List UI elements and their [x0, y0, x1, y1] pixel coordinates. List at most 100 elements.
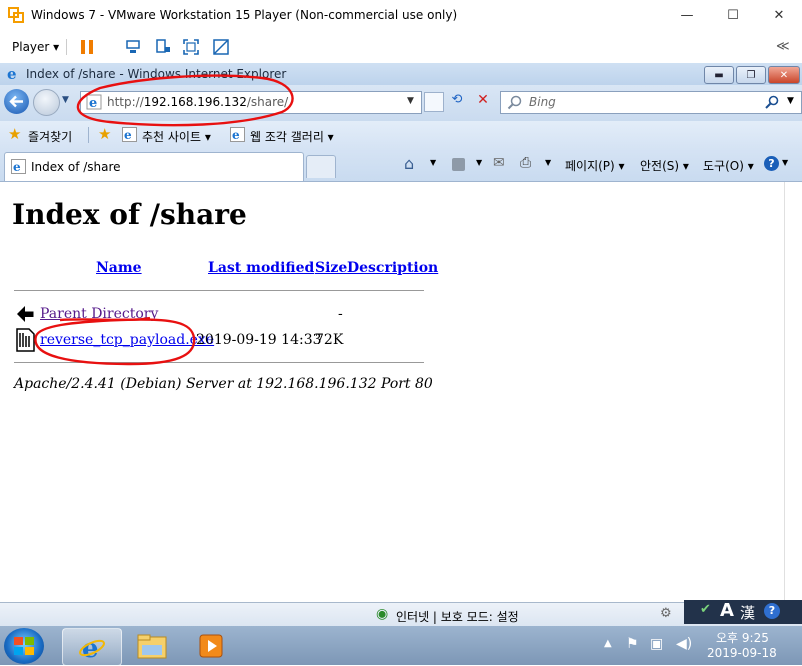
tab-index-of-share[interactable]: e Index of /share [4, 152, 304, 181]
add-favorite-icon[interactable]: ★ [98, 125, 111, 143]
zoom-icon[interactable]: ⚙ [660, 606, 672, 621]
maximize-button[interactable]: ☐ [710, 0, 756, 31]
payload-file-link[interactable]: reverse_tcp_payload.exe [40, 332, 214, 348]
language-bar: ✔ A 漢 ? [684, 600, 802, 624]
name-column-header[interactable]: Name [96, 260, 142, 276]
internet-explorer-icon: e [79, 634, 105, 661]
volume-icon[interactable]: ◀) [676, 636, 692, 652]
help-dropdown-icon[interactable]: ▼ [782, 158, 788, 167]
table-bottom-rule [14, 362, 424, 363]
print-icon[interactable]: ⎙ [520, 155, 531, 171]
safety-menu[interactable]: 안전(S) ▾ [640, 157, 689, 174]
action-center-flag-icon[interactable]: ⚑ [626, 636, 639, 652]
vmware-logo-icon [8, 7, 24, 23]
suggested-sites-link[interactable]: 추천 사이트 ▾ [142, 128, 211, 145]
unity-mode-icon[interactable] [212, 38, 230, 56]
minimize-button[interactable]: — [664, 0, 710, 31]
web-slice-gallery-link[interactable]: 웹 조각 갤러리 ▾ [250, 128, 334, 145]
ime-hanja-mode[interactable]: 漢 [740, 602, 755, 623]
read-mail-icon[interactable]: ✉ [493, 155, 505, 171]
payload-file-size: 72K [315, 332, 344, 348]
taskbar-date[interactable]: 2019-09-18 [707, 646, 777, 660]
url-path: /share/ [246, 95, 289, 109]
table-top-rule [14, 290, 424, 291]
taskbar-media-player[interactable] [184, 628, 242, 664]
svg-text:e: e [13, 160, 21, 174]
url-scheme: http:// [107, 95, 144, 109]
size-column-header[interactable]: Size [315, 260, 347, 276]
table-row [15, 328, 37, 352]
close-button[interactable]: ✕ [756, 0, 802, 31]
suggested-sites-icon: e [122, 127, 137, 142]
send-ctrl-alt-del-icon[interactable] [124, 38, 142, 56]
print-dropdown-icon[interactable]: ▼ [545, 158, 551, 167]
ime-help-icon[interactable]: ? [764, 603, 780, 619]
binary-file-icon [16, 328, 35, 352]
player-menu-button[interactable]: Player ▾ [12, 40, 59, 54]
start-button[interactable] [4, 628, 44, 664]
compatibility-view-icon[interactable] [424, 92, 444, 112]
favorites-button[interactable]: 즐겨찾기 [28, 128, 72, 145]
security-zone-text[interactable]: 인터넷 | 보호 모드: 설정 [396, 608, 519, 625]
show-hidden-icons-icon[interactable]: ▲ [604, 638, 612, 649]
web-slice-icon: e [230, 127, 245, 142]
svg-text:e: e [124, 128, 132, 142]
new-tab-button[interactable] [306, 155, 336, 178]
forward-button[interactable] [33, 89, 60, 116]
windows-logo-icon [14, 637, 34, 655]
taskbar-internet-explorer[interactable]: e [62, 628, 122, 666]
parent-directory-size: - [338, 306, 343, 322]
vmware-title-bar: Windows 7 - VMware Workstation 15 Player… [0, 0, 802, 31]
ime-status-icon[interactable]: ✔ [700, 602, 711, 617]
search-dropdown-icon[interactable]: ▼ [787, 96, 794, 106]
history-dropdown-icon[interactable]: ▼ [62, 95, 69, 105]
removable-devices-icon[interactable] [154, 38, 172, 56]
svg-text:e: e [7, 66, 17, 82]
address-bar[interactable]: e http://192.168.196.132/share/ ▼ [80, 91, 422, 114]
svg-text:e: e [232, 128, 240, 142]
server-signature: Apache/2.4.41 (Debian) Server at 192.168… [14, 376, 433, 392]
page-heading: Index of /share [12, 198, 247, 231]
back-icon [17, 306, 35, 322]
address-url[interactable]: http://192.168.196.132/share/ [107, 95, 288, 109]
back-arrow-icon [9, 95, 23, 108]
taskbar-windows-explorer[interactable] [124, 628, 182, 664]
taskbar-time[interactable]: 오후 9:25 [716, 629, 769, 646]
search-box[interactable]: Bing ▼ [500, 91, 802, 114]
ie-restore-button[interactable]: ❐ [736, 66, 766, 84]
ime-alpha-mode[interactable]: A [720, 600, 734, 621]
back-button[interactable] [4, 89, 29, 114]
last-modified-column-header[interactable]: Last modified [208, 260, 314, 276]
home-icon[interactable]: ⌂ [404, 154, 414, 173]
url-host: 192.168.196.132 [143, 95, 247, 109]
vertical-scrollbar[interactable] [784, 182, 802, 602]
description-column-header[interactable]: Description [347, 260, 438, 276]
ie-logo-icon: e [7, 66, 17, 82]
network-icon[interactable]: ▣ [650, 636, 663, 652]
payload-file-modified: 2019-09-19 14:33 [196, 332, 322, 348]
favorites-bar: ★ 즐겨찾기 ★ e 추천 사이트 ▾ e 웹 조각 갤러리 ▾ [0, 121, 802, 149]
refresh-icon[interactable]: ⟲ [448, 92, 466, 110]
fullscreen-icon[interactable] [182, 38, 200, 56]
stop-icon[interactable]: ✕ [474, 92, 492, 110]
ie-status-bar: ◉ 인터넷 | 보호 모드: 설정 ⚙ [0, 602, 802, 627]
help-icon[interactable]: ? [764, 156, 779, 171]
search-button-icon[interactable] [765, 95, 779, 109]
ie-close-button[interactable]: ✕ [768, 66, 800, 84]
feeds-dropdown-icon[interactable]: ▼ [476, 158, 482, 167]
tab-page-icon: e [11, 159, 26, 174]
internet-zone-icon: ◉ [376, 606, 389, 622]
parent-directory-link[interactable]: Parent Directory [40, 306, 158, 322]
page-content [0, 182, 784, 602]
vmware-window-title: Windows 7 - VMware Workstation 15 Player… [31, 8, 458, 22]
page-menu[interactable]: 페이지(P) ▾ [565, 157, 625, 174]
ie-minimize-button[interactable]: ▬ [704, 66, 734, 84]
address-dropdown-icon[interactable]: ▼ [407, 96, 414, 106]
collapse-toolbar-button[interactable]: ≪ [776, 39, 790, 54]
pause-icon[interactable] [78, 38, 96, 56]
svg-text:e: e [89, 96, 97, 110]
feeds-icon[interactable] [452, 158, 465, 171]
home-dropdown-icon[interactable]: ▼ [430, 158, 436, 167]
vmware-toolbar: Player ▾ ≪ [0, 31, 802, 64]
tools-menu[interactable]: 도구(O) ▾ [703, 157, 754, 174]
